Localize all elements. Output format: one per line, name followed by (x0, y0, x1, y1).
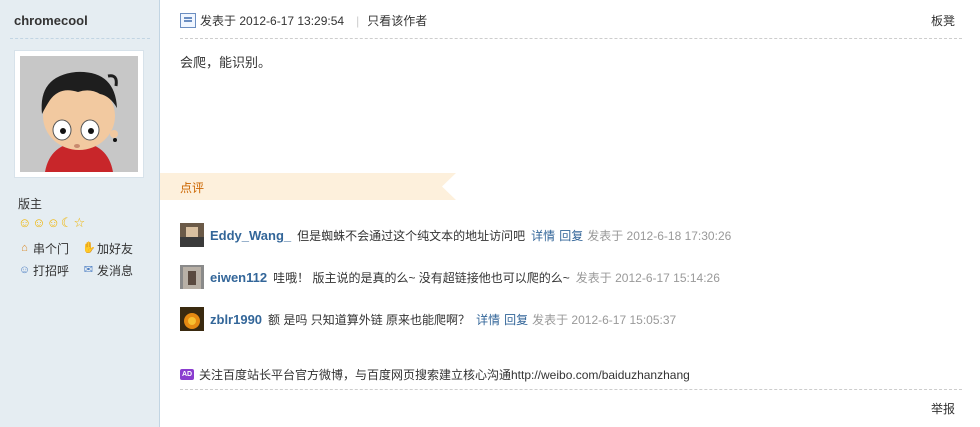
handshake-icon: ✋ (82, 242, 96, 254)
post-icon (180, 13, 196, 28)
comments-header-banner (160, 173, 456, 200)
comment-detail-link[interactable]: 详情 (531, 227, 555, 244)
comment-text: 哇哦！ 版主说的是真的么~ 没有超链接他也可以爬的么~ (273, 270, 570, 285)
comment-avatar[interactable] (180, 265, 204, 289)
comment-text: 额 是吗 只知道算外链 原来也能爬啊？ (268, 312, 471, 327)
post-time: 发表于 2012-6-17 13:29:54 (200, 14, 345, 28)
post-content: 会爬，能识别。 (180, 55, 272, 70)
post-header: 发表于 2012-6-17 13:29:54 | 只看该作者 (180, 12, 427, 29)
author-sidebar: chromecool 版主 ☺ ☺ ☺ ☾ ☆ ⌂ 串个门 ✋ 加好友 ☺ 打招… (0, 0, 160, 427)
comment-user[interactable]: Eddy_Wang_ (210, 228, 291, 243)
comment-time: 发表于 2012-6-17 15:05:37 (532, 312, 677, 327)
sun-icon: ☺ (46, 215, 60, 230)
add-friend-label: 加好友 (97, 242, 134, 256)
sun-icon: ☺ (18, 215, 32, 230)
star-icon: ☆ (73, 215, 86, 230)
rank-stars: ☺ ☺ ☺ ☾ ☆ (18, 215, 85, 231)
home-icon: ⌂ (21, 242, 28, 254)
send-message-link[interactable]: ✉ 发消息 (82, 262, 133, 279)
only-author-link[interactable]: 只看该作者 (367, 12, 427, 29)
comment-user[interactable]: eiwen112 (210, 270, 267, 285)
comment-user[interactable]: zblr1990 (210, 312, 262, 327)
comment-detail-link[interactable]: 详情 (476, 311, 500, 328)
comment-avatar[interactable] (180, 307, 204, 331)
author-name[interactable]: chromecool (14, 13, 88, 28)
comment-item: Eddy_Wang_ 但是蜘蛛不会通过这个纯文本的地址访问吧 详情 回复 发表于… (180, 223, 731, 247)
footer-divider (180, 389, 962, 390)
avatar-cartoon-image (20, 56, 138, 172)
comment-item: zblr1990 额 是吗 只知道算外链 原来也能爬啊？ 详情 回复 发表于 2… (180, 307, 676, 331)
header-divider (180, 38, 962, 39)
comment-item: eiwen112 哇哦！ 版主说的是真的么~ 没有超链接他也可以爬的么~ 发表于… (180, 265, 720, 289)
ad-text[interactable]: 关注百度站长平台官方微博，与百度网页搜索建立核心沟通http://weibo.c… (199, 366, 690, 383)
comments-label: 点评 (180, 181, 205, 195)
sun-icon: ☺ (32, 215, 46, 230)
ad-line[interactable]: AD 关注百度站长平台官方微博，与百度网页搜索建立核心沟通http://weib… (180, 366, 690, 383)
sidebar-divider (10, 38, 150, 39)
send-message-label: 发消息 (97, 264, 134, 278)
avatar[interactable] (14, 50, 144, 178)
mail-icon: ✉ (83, 264, 94, 276)
author-role: 版主 (18, 197, 43, 211)
comment-reply-link[interactable]: 回复 (559, 227, 583, 244)
greet-label: 打招呼 (33, 264, 70, 278)
visit-label: 串个门 (33, 242, 70, 256)
comment-text: 但是蜘蛛不会通过这个纯文本的地址访问吧 (297, 228, 526, 243)
report-link[interactable]: 举报 (931, 400, 955, 417)
comment-avatar[interactable] (180, 223, 204, 247)
greet-icon: ☺ (18, 264, 31, 276)
ad-badge-icon: AD (180, 369, 194, 380)
visit-link[interactable]: ⌂ 串个门 (18, 240, 69, 257)
comment-time: 发表于 2012-6-17 15:14:26 (575, 270, 720, 285)
moon-icon: ☾ (60, 215, 73, 230)
greet-link[interactable]: ☺ 打招呼 (18, 262, 69, 279)
comments-header: 点评 (160, 173, 456, 200)
add-friend-link[interactable]: ✋ 加好友 (82, 240, 133, 257)
comment-reply-link[interactable]: 回复 (504, 311, 528, 328)
floor-label[interactable]: 板凳 (931, 12, 955, 29)
comment-time: 发表于 2012-6-18 17:30:26 (587, 228, 732, 243)
header-separator: | (356, 13, 360, 28)
